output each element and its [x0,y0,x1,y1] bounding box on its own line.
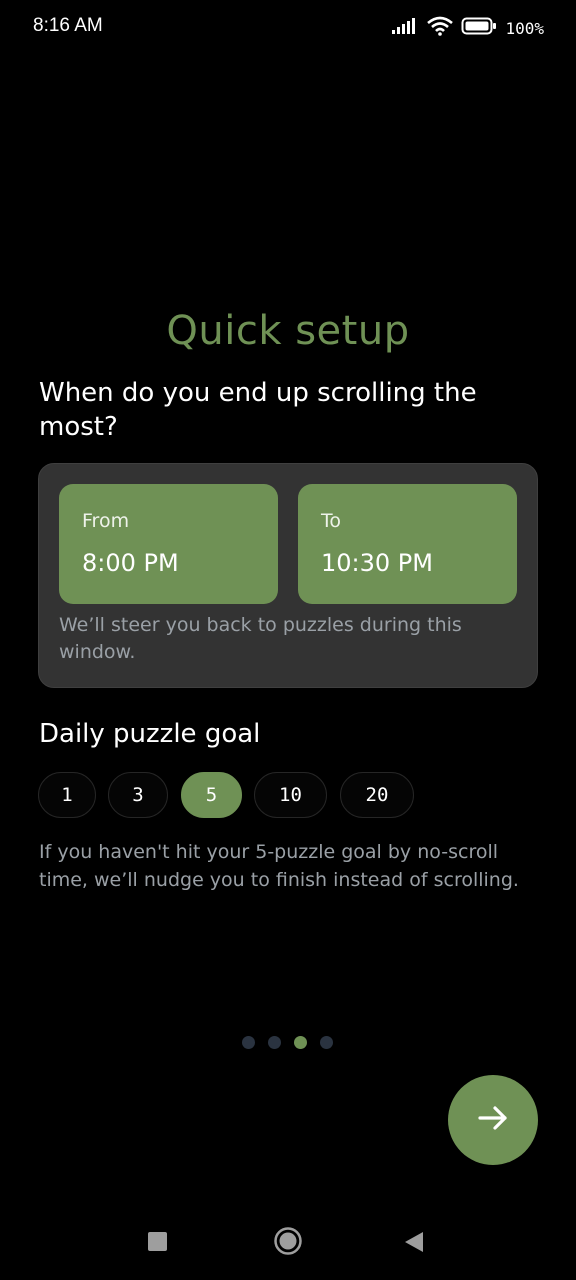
from-time-picker[interactable]: From 8:00 PM [59,484,278,604]
question-heading: When do you end up scrolling the most? [39,378,477,442]
home-circle-icon[interactable] [273,1226,303,1260]
time-window-note: We’ll steer you back to puzzles during t… [59,614,462,663]
time-window-card: From 8:00 PM To 10:30 PM We’ll steer you… [38,463,538,688]
goal-option-1[interactable]: 1 [38,772,96,818]
status-time: 8:16 AM [33,15,103,36]
page-dot-3 [294,1036,307,1049]
to-time-picker[interactable]: To 10:30 PM [298,484,517,604]
next-button[interactable] [448,1075,538,1165]
status-icons: 100% [391,14,544,42]
back-triangle-icon[interactable] [404,1231,424,1257]
battery-percent: 100% [505,18,544,38]
signal-icon [391,17,419,39]
page-dot-4 [320,1036,333,1049]
battery-icon [461,16,497,40]
goal-option-5[interactable]: 5 [181,772,242,818]
to-label: To [321,510,342,532]
arrow-right-icon [475,1100,511,1140]
status-bar: 8:16 AM 100% [0,0,576,56]
page-dot-2 [268,1036,281,1049]
from-time-value: 8:00 PM [82,549,179,577]
system-nav-bar [0,1200,576,1280]
wifi-icon [427,16,454,40]
goal-option-20[interactable]: 20 [340,772,414,818]
goal-heading: Daily puzzle goal [39,719,261,749]
recents-square-icon[interactable] [148,1232,168,1256]
from-label: From [82,510,130,532]
page-title: Quick setup [166,308,410,354]
to-time-value: 10:30 PM [321,549,433,577]
goal-option-10[interactable]: 10 [254,772,327,818]
goal-note: If you haven't hit your 5-puzzle goal by… [39,841,519,891]
goal-option-3[interactable]: 3 [108,772,168,818]
page-dot-1 [242,1036,255,1049]
